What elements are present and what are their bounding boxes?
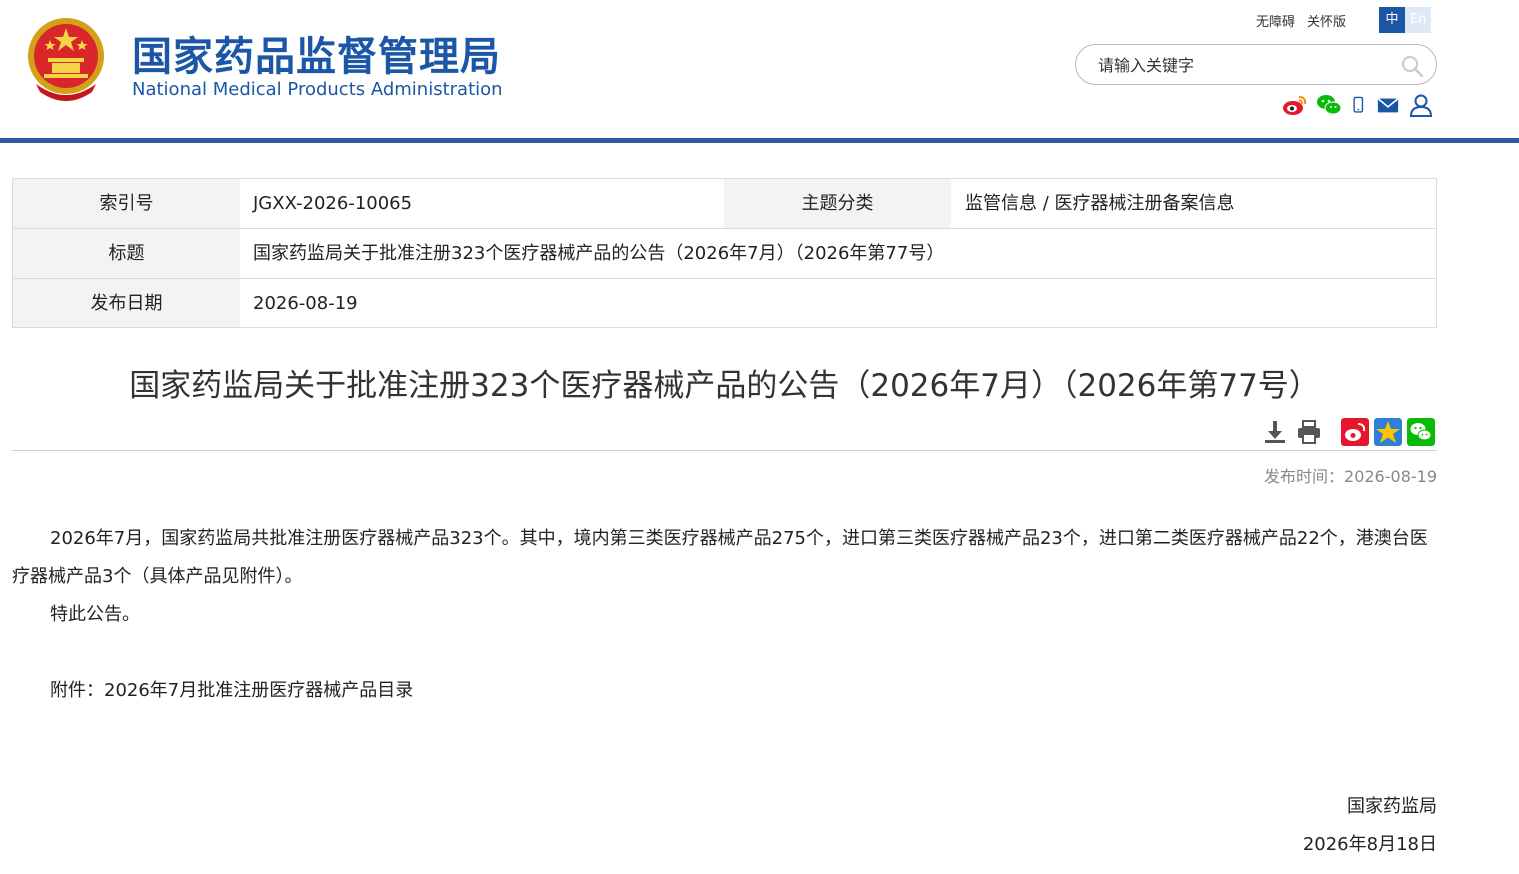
search-box xyxy=(1075,44,1437,85)
mail-icon[interactable] xyxy=(1376,93,1400,117)
attachment-link[interactable]: 附件：2026年7月批准注册医疗器械产品目录 xyxy=(12,672,1437,710)
title-label: 标题 xyxy=(13,229,240,278)
article-title: 国家药监局关于批准注册323个医疗器械产品的公告（2026年7月）（2026年第… xyxy=(129,368,1320,404)
info-row-date: 发布日期 2026-08-19 xyxy=(13,279,1436,327)
info-row-title: 标题 国家药监局关于批准注册323个医疗器械产品的公告（2026年7月）（202… xyxy=(13,229,1436,279)
article-paragraph: 2026年7月，国家药监局共批准注册医疗器械产品323个。其中，境内第三类医疗器… xyxy=(12,528,1428,587)
site-logo-en[interactable]: National Medical Products Administration xyxy=(132,79,503,100)
publish-time-label: 发布时间： xyxy=(1264,467,1345,486)
print-icon[interactable] xyxy=(1296,419,1322,445)
article-body: 2026年7月，国家药监局共批准注册医疗器械产品323个。其中，境内第三类医疗器… xyxy=(12,520,1437,710)
lang-zh-button[interactable]: 中 xyxy=(1379,7,1405,33)
search-icon[interactable] xyxy=(1400,54,1424,78)
accessibility-link[interactable]: 无障碍 xyxy=(1256,11,1295,30)
article-tools xyxy=(1262,418,1435,446)
topic-value: 监管信息 / 医疗器械注册备案信息 xyxy=(965,193,1235,214)
info-row-index: 索引号 JGXX-2026-10065 主题分类 监管信息 / 医疗器械注册备案… xyxy=(13,179,1436,229)
weibo-icon[interactable] xyxy=(1282,93,1308,117)
title-divider xyxy=(12,450,1437,451)
language-switch: 中 En xyxy=(1379,7,1431,33)
article-info-table: 索引号 JGXX-2026-10065 主题分类 监管信息 / 医疗器械注册备案… xyxy=(12,178,1437,328)
index-label: 索引号 xyxy=(13,179,240,228)
publish-time: 发布时间：2026-08-19 xyxy=(1264,463,1437,487)
download-icon[interactable] xyxy=(1262,419,1288,445)
publish-time-value: 2026-08-19 xyxy=(1344,467,1437,486)
signature-org: 国家药监局 xyxy=(1347,796,1437,817)
share-weibo-icon[interactable] xyxy=(1341,418,1369,446)
share-wechat-icon[interactable] xyxy=(1407,418,1435,446)
care-mode-link[interactable]: 关怀版 xyxy=(1307,11,1346,30)
social-links xyxy=(1282,93,1434,117)
topic-label: 主题分类 xyxy=(724,179,951,228)
national-emblem-icon xyxy=(28,18,104,101)
site-header: 国家药品监督管理局 National Medical Products Admi… xyxy=(0,0,1519,140)
date-value: 2026-08-19 xyxy=(253,293,358,314)
signature-date: 2026年8月18日 xyxy=(1302,834,1437,855)
wechat-icon[interactable] xyxy=(1316,93,1342,117)
user-icon[interactable] xyxy=(1408,93,1434,117)
site-logo-cn[interactable]: 国家药品监督管理局 xyxy=(132,24,501,82)
header-divider xyxy=(0,138,1519,143)
top-links: 无障碍 关怀版 xyxy=(1256,11,1346,30)
date-label: 发布日期 xyxy=(13,279,240,327)
article-paragraph: 特此公告。 xyxy=(50,604,140,625)
index-value: JGXX-2026-10065 xyxy=(253,193,413,214)
share-qzone-icon[interactable] xyxy=(1374,418,1402,446)
lang-en-button[interactable]: En xyxy=(1405,7,1431,33)
title-value: 国家药监局关于批准注册323个医疗器械产品的公告（2026年7月）（2026年第… xyxy=(253,243,945,264)
search-input[interactable] xyxy=(1098,53,1388,77)
mobile-icon[interactable] xyxy=(1350,93,1368,117)
